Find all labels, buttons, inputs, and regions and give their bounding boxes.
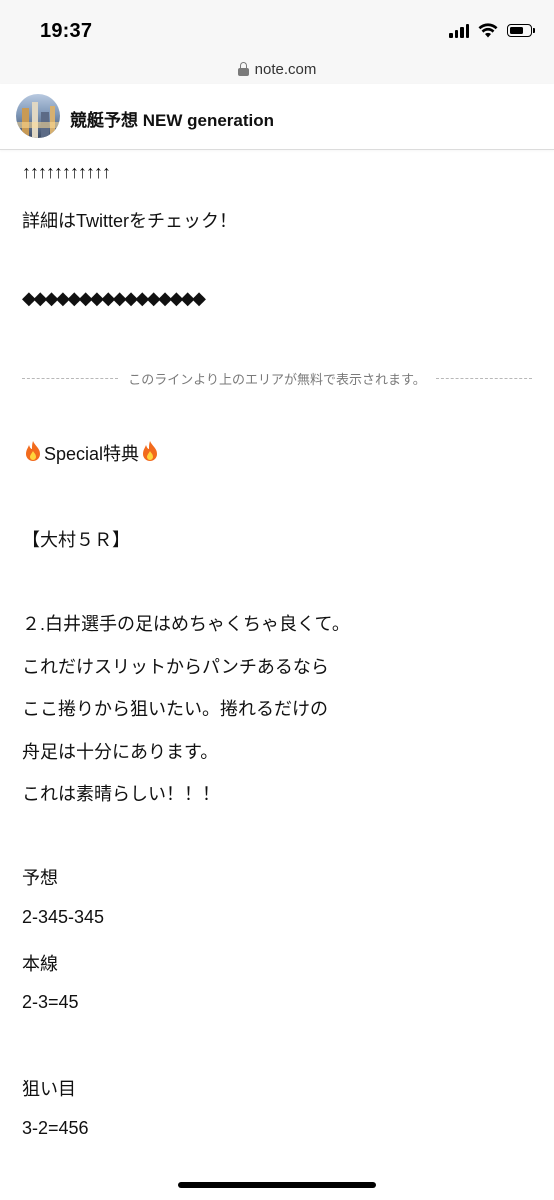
target-label: 狙い目 bbox=[22, 1079, 76, 1099]
diamond-divider: ◆◆◆◆◆◆◆◆◆◆◆◆◆◆◆◆ bbox=[22, 288, 206, 308]
special-heading: Special特典 bbox=[22, 440, 161, 466]
wifi-icon bbox=[478, 23, 498, 38]
arrows-line: ↑↑↑↑↑↑↑↑↑↑↑ bbox=[22, 162, 111, 182]
fire-icon bbox=[143, 441, 158, 461]
twitter-line: 詳細はTwitterをチェック！ bbox=[22, 211, 238, 231]
site-title[interactable]: 競艇予想 NEW generation bbox=[70, 106, 274, 131]
body-line-4: 舟足は十分にあります。 bbox=[22, 742, 219, 762]
address-bar[interactable]: note.com bbox=[0, 54, 554, 84]
body-line-3: ここ捲りから狙いたい。捲れるだけの bbox=[22, 699, 328, 719]
battery-icon bbox=[507, 24, 535, 37]
free-area-notice: このラインより上のエリアが無料で表示されます。 bbox=[128, 371, 426, 387]
avatar[interactable] bbox=[16, 94, 60, 138]
race-name: 【大村５Ｒ】 bbox=[22, 530, 130, 550]
body-line-2: これだけスリットからパンチあるなら bbox=[22, 657, 329, 677]
url-text: note.com bbox=[254, 60, 317, 78]
fire-icon bbox=[26, 441, 40, 461]
main-label: 本線 bbox=[22, 954, 58, 974]
home-indicator[interactable] bbox=[178, 1182, 376, 1188]
status-bar: 19:37 bbox=[0, 0, 554, 54]
body-line-5: これは素晴らしい！！！ bbox=[22, 784, 220, 804]
body-line-1: ２.白井選手の足はめちゃくちゃ良くて。 bbox=[22, 614, 350, 634]
prediction-value: 2-345-345 bbox=[22, 907, 105, 927]
status-icons bbox=[449, 23, 535, 38]
prediction-label: 予想 bbox=[22, 868, 58, 888]
lock-icon bbox=[237, 62, 249, 76]
status-time: 19:37 bbox=[40, 20, 93, 42]
special-label: Special特典 bbox=[44, 444, 140, 464]
main-value: 2-3=45 bbox=[22, 992, 79, 1012]
free-area-divider: このラインより上のエリアが無料で表示されます。 bbox=[22, 368, 533, 388]
signal-icon bbox=[449, 23, 469, 38]
site-header: 競艇予想 NEW generation bbox=[0, 84, 554, 150]
target-value: 3-2=456 bbox=[22, 1118, 89, 1138]
